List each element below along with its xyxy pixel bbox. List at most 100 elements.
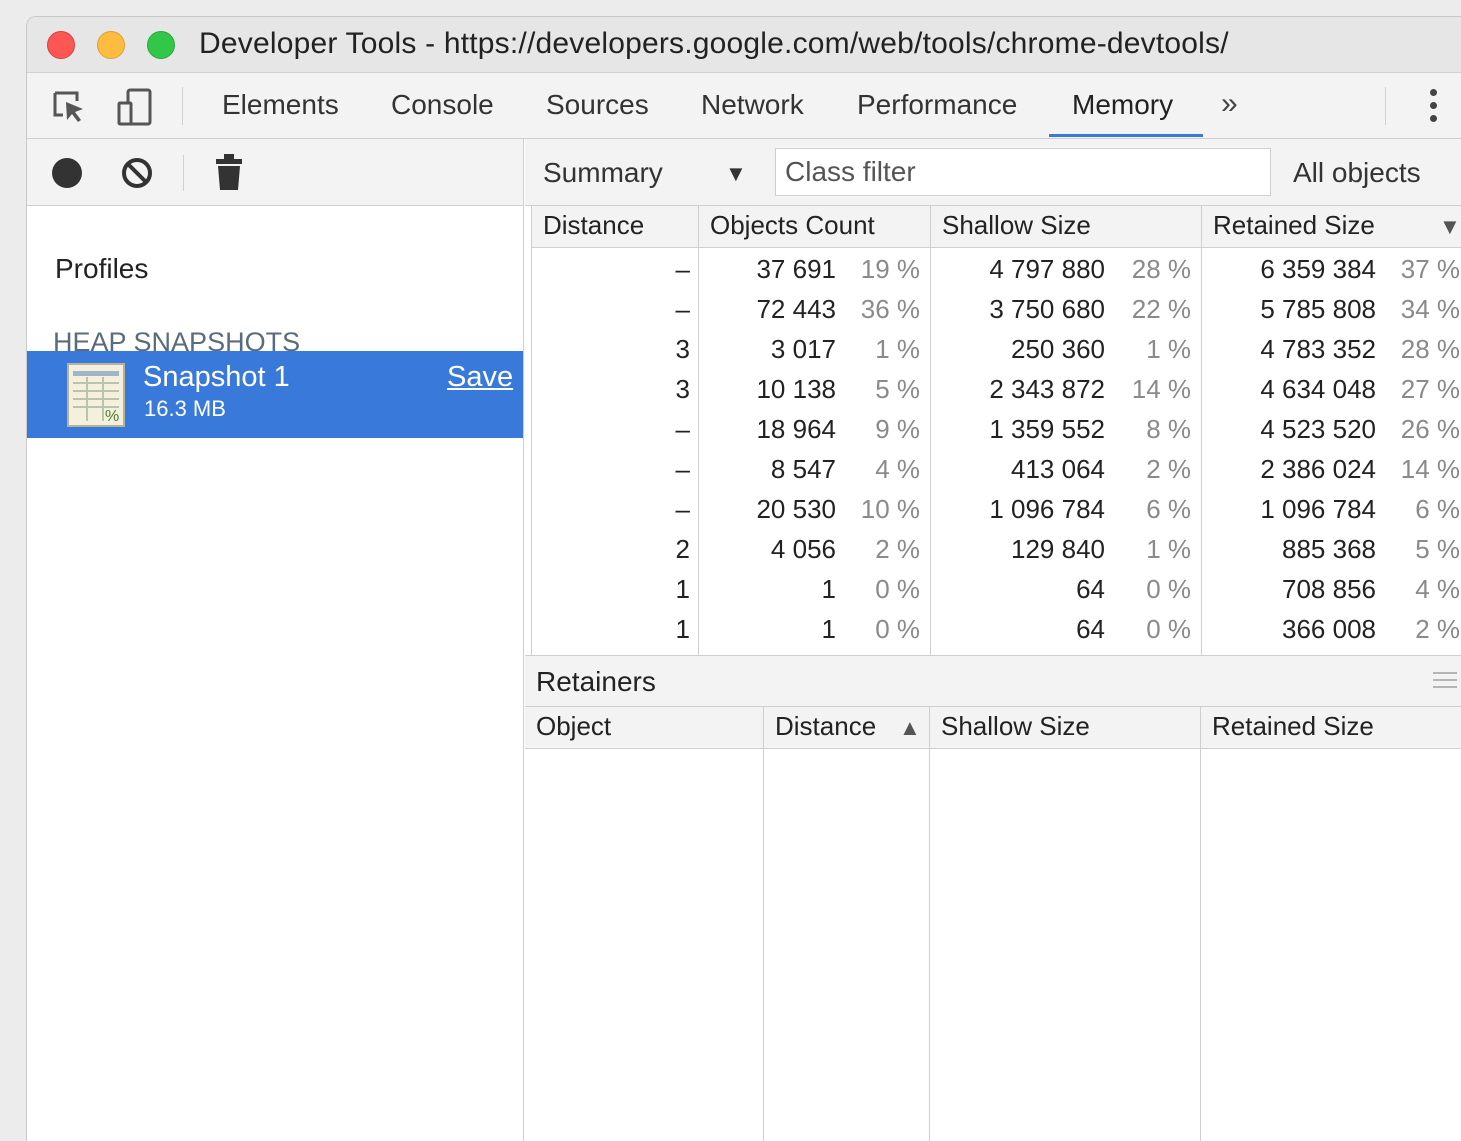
column-header-retainers-retained-size[interactable]: Retained Size <box>1212 711 1374 742</box>
cell-objects-count: 10 138 <box>756 374 836 404</box>
grid-header: Distance Objects Count Shallow Size Reta… <box>531 206 1461 248</box>
clear-icon[interactable] <box>121 157 153 189</box>
cell-objects-count: 18 964 <box>756 414 836 444</box>
cell-retained-size: 1 096 784 <box>1260 494 1376 524</box>
table-row[interactable]: – 72 443 36 % 3 750 680 22 % 5 785 808 34 % <box>532 288 1461 328</box>
tab-elements[interactable]: Elements <box>222 89 339 121</box>
cell-retained-size: 366 008 <box>1282 614 1376 644</box>
table-row[interactable]: 3 10 138 5 % 2 343 872 14 % 4 634 048 27 % <box>532 368 1461 408</box>
cell-distance: – <box>675 254 690 284</box>
column-header-object[interactable]: Object <box>536 711 611 742</box>
cell-retained-size: 4 523 520 <box>1260 414 1376 444</box>
toolbar-divider <box>1385 87 1386 125</box>
column-divider <box>929 749 930 1141</box>
cell-retained-size: 6 359 384 <box>1260 254 1376 284</box>
more-tabs-chevron-icon[interactable]: » <box>1221 87 1238 121</box>
trash-icon[interactable] <box>214 153 244 191</box>
cell-shallow-size-percent: 0 % <box>1146 614 1191 644</box>
profiles-toolbar <box>27 139 523 206</box>
table-row[interactable]: 33 017 1 % 250 360 1 % 4 783 352 28 % <box>532 328 1461 368</box>
cell-shallow-size-percent: 0 % <box>1146 574 1191 604</box>
column-divider <box>930 206 931 248</box>
tab-performance[interactable]: Performance <box>857 89 1017 121</box>
cell-shallow-size: 129 840 <box>1011 534 1105 564</box>
inspect-element-icon[interactable] <box>49 87 89 127</box>
cell-objects-count-percent: 19 % <box>860 254 920 284</box>
tab-network[interactable]: Network <box>701 89 804 121</box>
cell-shallow-size-percent: 1 % <box>1146 534 1191 564</box>
cell-retained-size-percent: 2 % <box>1415 614 1460 644</box>
cell-retained-size-percent: 27 % <box>1400 374 1460 404</box>
snapshot-list-item[interactable]: % Snapshot 1 16.3 MB Save <box>27 351 523 438</box>
column-header-retainers-shallow-size[interactable]: Shallow Size <box>941 711 1090 742</box>
cell-distance: 1 <box>675 574 690 604</box>
object-scope-select[interactable]: All objects <box>1293 157 1421 189</box>
cell-objects-count-percent: 1 % <box>875 334 920 364</box>
retainers-grid-body <box>525 749 1461 1141</box>
tab-memory[interactable]: Memory <box>1072 89 1173 121</box>
table-row[interactable]: 1 1 0 % 64 0 % 366 008 2 % <box>532 608 1461 648</box>
cell-shallow-size-percent: 14 % <box>1131 374 1191 404</box>
cell-shallow-size-percent: 6 % <box>1146 494 1191 524</box>
cell-shallow-size-percent: 8 % <box>1146 414 1191 444</box>
cell-retained-size: 4 783 352 <box>1260 334 1376 364</box>
cell-distance: – <box>675 414 690 444</box>
chevron-down-icon[interactable]: ▼ <box>725 161 747 187</box>
cell-shallow-size-percent: 22 % <box>1131 294 1191 324</box>
cell-distance: – <box>675 454 690 484</box>
cell-shallow-size: 64 <box>1076 614 1105 644</box>
table-row[interactable]: 2 4 056 2 % 129 840 1 % 885 368 5 % <box>532 528 1461 568</box>
cell-distance: 3 <box>675 374 690 404</box>
resize-grip-icon[interactable] <box>1433 672 1457 690</box>
cell-retained-size-percent: 34 % <box>1400 294 1460 324</box>
column-divider <box>763 749 764 1141</box>
view-select[interactable]: Summary <box>543 157 663 189</box>
tab-console[interactable]: Console <box>391 89 494 121</box>
table-row[interactable]: – 18 964 9 % 1 359 552 8 % 4 523 520 26 % <box>532 408 1461 448</box>
cell-retained-size-percent: 28 % <box>1400 334 1460 364</box>
table-row[interactable]: – 20 530 10 % 1 096 784 6 % 1 096 784 6 % <box>532 488 1461 528</box>
cell-shallow-size-percent: 2 % <box>1146 454 1191 484</box>
cell-distance: 1 <box>675 614 690 644</box>
column-divider <box>1200 707 1201 749</box>
class-filter-input[interactable] <box>775 148 1271 196</box>
table-row[interactable]: – 37 691 19 % 4 797 880 28 % 6 359 384 37 % <box>532 248 1461 288</box>
table-row[interactable]: – 8 547 4 % 413 064 2 % 2 386 024 14 % <box>532 448 1461 488</box>
cell-objects-count: 8 547 <box>770 454 836 484</box>
record-icon[interactable] <box>52 158 82 188</box>
column-header-retained-size[interactable]: Retained Size <box>1213 210 1375 241</box>
cell-retained-size-percent: 5 % <box>1415 534 1460 564</box>
cell-objects-count-percent: 36 % <box>860 294 920 324</box>
tab-sources[interactable]: Sources <box>546 89 649 121</box>
save-snapshot-link[interactable]: Save <box>447 361 513 394</box>
cell-objects-count: 3 017 <box>770 334 836 364</box>
cell-objects-count: 4 056 <box>770 534 836 564</box>
cell-shallow-size: 1 359 552 <box>989 414 1105 444</box>
cell-distance: 3 <box>675 334 690 364</box>
cell-objects-count-percent: 5 % <box>875 374 920 404</box>
column-header-shallow-size[interactable]: Shallow Size <box>942 210 1091 241</box>
device-toolbar-icon[interactable] <box>115 87 155 127</box>
cell-retained-size: 2 386 024 <box>1260 454 1376 484</box>
minimize-window-button[interactable] <box>97 31 125 59</box>
grid-body: –37 691 19 % 4 797 880 28 % 6 359 384 37 % –72… <box>531 248 1461 655</box>
more-vertical-icon[interactable] <box>1423 89 1443 129</box>
retainers-grid-header: Object Distance ▲ Shallow Size Retained … <box>525 707 1461 749</box>
cell-objects-count-percent: 10 % <box>860 494 920 524</box>
table-row[interactable]: 1 1 0 % 64 0 % 708 856 4 % <box>532 568 1461 608</box>
heap-snapshot-view: Summary ▼ All objects Distance Objects C… <box>525 139 1461 1141</box>
snapshot-size: 16.3 MB <box>144 396 226 421</box>
retainers-title: Retainers <box>536 666 656 697</box>
close-window-button[interactable] <box>47 31 75 59</box>
cell-shallow-size: 4 797 880 <box>989 254 1105 284</box>
profiles-heading: Profiles <box>55 253 149 284</box>
cell-shallow-size-percent: 1 % <box>1146 334 1191 364</box>
maximize-window-button[interactable] <box>147 31 175 59</box>
snapshot-name: Snapshot 1 <box>143 361 290 393</box>
cell-objects-count-percent: 4 % <box>875 454 920 484</box>
column-header-objects-count[interactable]: Objects Count <box>710 210 875 241</box>
window-title: Developer Tools - https://developers.goo… <box>199 27 1229 60</box>
column-header-distance[interactable]: Distance <box>543 210 644 241</box>
column-header-retainers-distance[interactable]: Distance <box>775 711 876 742</box>
cell-objects-count-percent: 2 % <box>875 534 920 564</box>
